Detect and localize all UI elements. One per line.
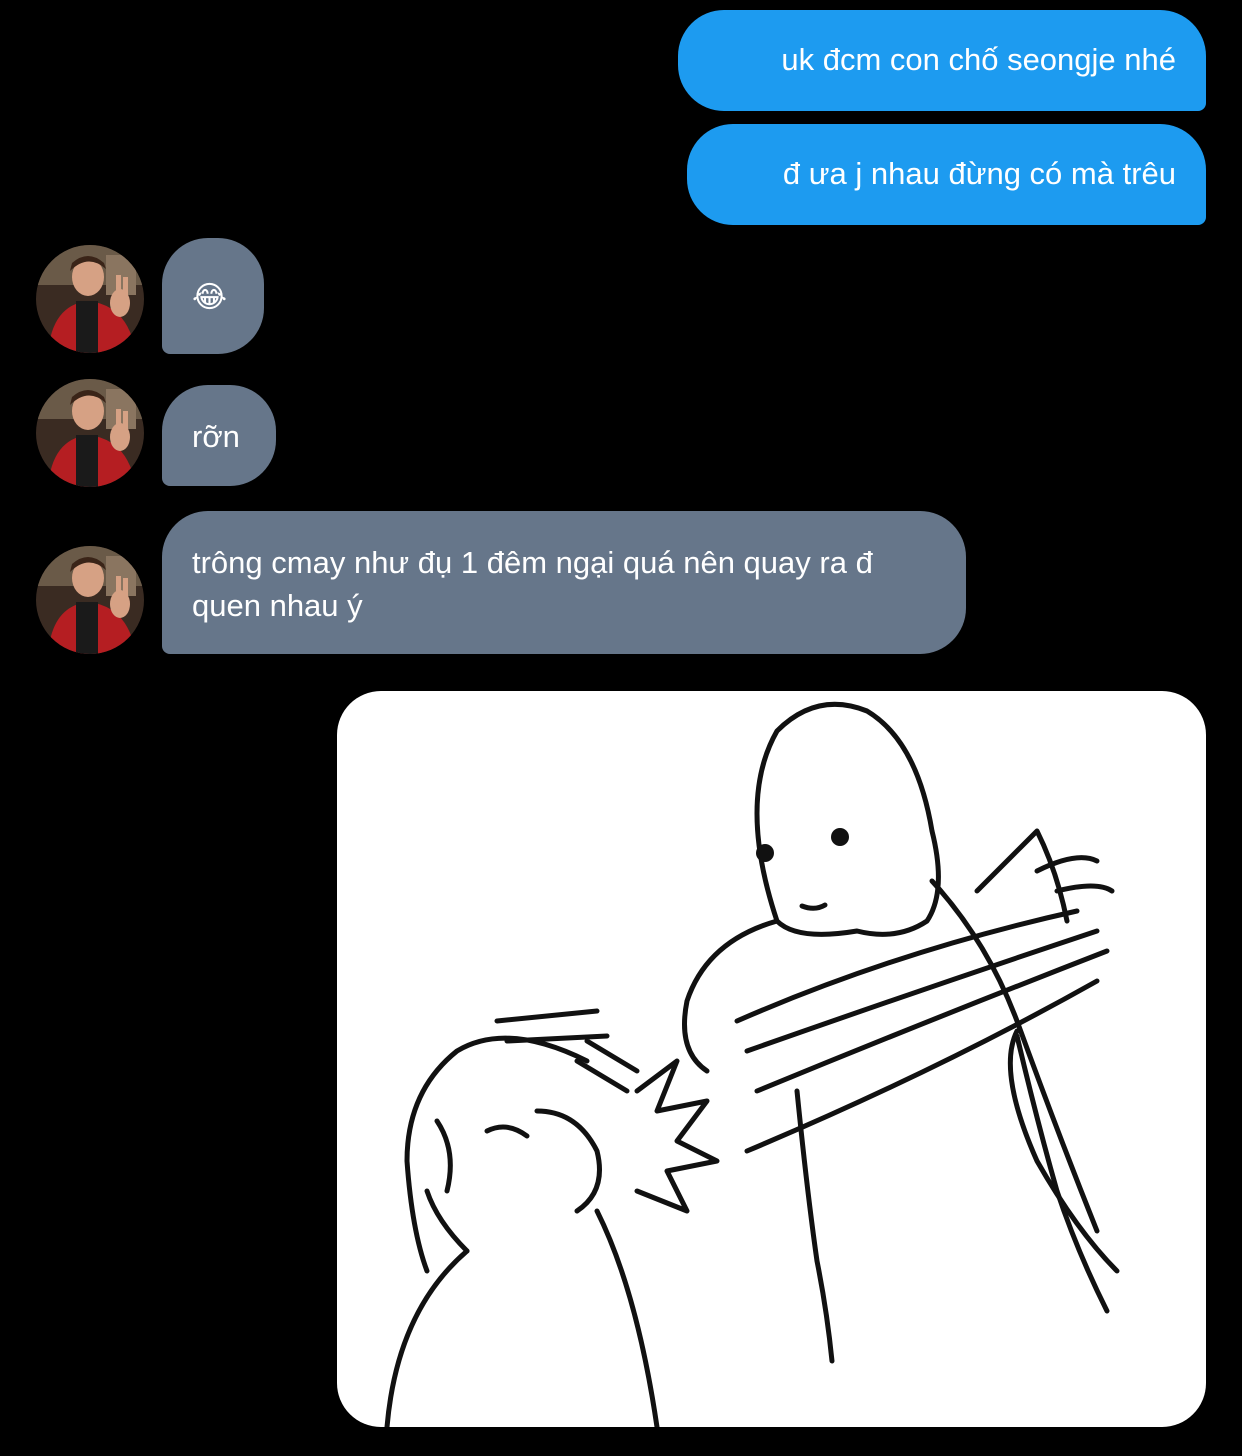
message-text: rỡn (192, 419, 240, 454)
image-message[interactable] (337, 691, 1206, 1427)
message-text: đ ưa j nhau đừng có mà trêu (782, 156, 1176, 191)
message-text: uk đcm con chố seongje nhé (781, 42, 1176, 77)
emoji-message: 😂 (192, 281, 228, 314)
avatar[interactable] (36, 245, 144, 353)
incoming-message-bubble[interactable]: trông cmay như đụ 1 đêm ngại quá nên qua… (162, 511, 966, 654)
avatar-photo-icon (36, 546, 144, 654)
avatar[interactable] (36, 379, 144, 487)
avatar-photo-icon (36, 245, 144, 353)
meme-sketch-image (384, 701, 1120, 1427)
incoming-message-bubble[interactable]: 😂 (162, 238, 264, 354)
avatar-photo-icon (36, 379, 144, 487)
message-thread: uk đcm con chố seongje nhé đ ưa j nhau đ… (0, 0, 1242, 1456)
message-text: trông cmay như đụ 1 đêm ngại quá nên qua… (192, 545, 873, 623)
incoming-message-bubble[interactable]: rỡn (162, 385, 276, 486)
avatar[interactable] (36, 546, 144, 654)
outgoing-message-bubble[interactable]: đ ưa j nhau đừng có mà trêu (687, 124, 1206, 225)
outgoing-message-bubble[interactable]: uk đcm con chố seongje nhé (678, 10, 1206, 111)
